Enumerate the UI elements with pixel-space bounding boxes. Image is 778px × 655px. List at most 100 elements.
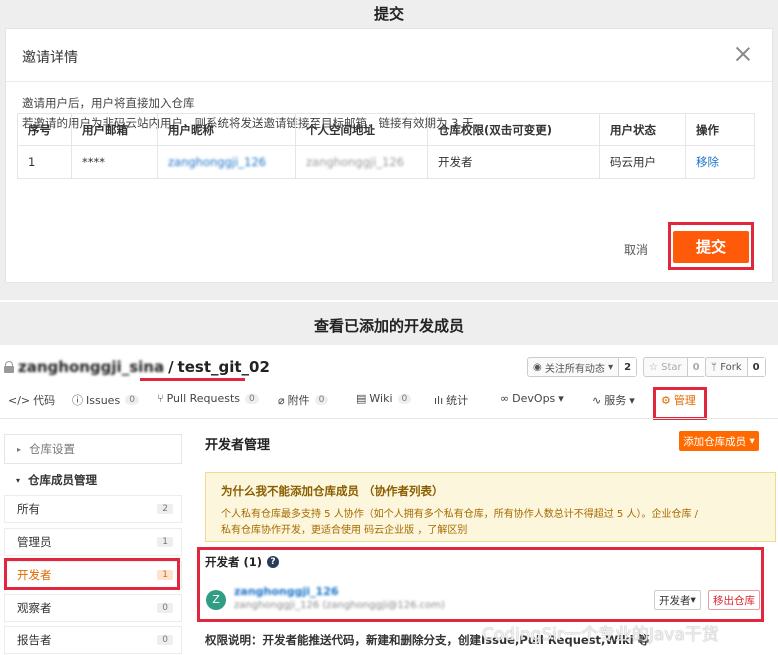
row-status: 码云用户 — [599, 145, 686, 179]
tab-code[interactable]: </> 代码 — [8, 392, 55, 408]
book-icon: ▤ — [356, 392, 367, 405]
section-divider — [0, 300, 778, 302]
watermark: CodingSir一个专业的Java干货 — [482, 625, 719, 645]
col-nickname: 用户昵称 — [157, 113, 296, 146]
tab-badge: 0 — [245, 393, 259, 404]
row-index: 1 — [17, 145, 72, 179]
repo-name[interactable]: test_git_02 — [178, 358, 270, 376]
sidebar-label: 报告者 — [17, 633, 52, 647]
tabs-divider — [0, 418, 778, 419]
repo-owner[interactable]: zanghonggji_sina — [18, 358, 164, 376]
chevron-right-icon: ▸ — [17, 444, 22, 454]
add-member-label: 添加仓库成员 — [683, 435, 747, 448]
pull-request-icon: ⑂ — [157, 392, 164, 405]
invite-note-1: 邀请用户后，用户将直接加入仓库 — [22, 96, 195, 110]
highlight-underline-repo — [140, 378, 245, 381]
col-status: 用户状态 — [599, 113, 686, 146]
highlight-box-manage — [653, 387, 707, 420]
sidebar-label: 仓库设置 — [29, 442, 76, 456]
sidebar-count: 0 — [157, 603, 173, 613]
code-icon: </> — [8, 393, 31, 407]
watch-label: 关注所有动态 — [544, 363, 605, 375]
row-nickname[interactable]: zanghonggji_126 — [157, 145, 296, 179]
page-title: 开发者管理 — [205, 438, 271, 453]
invite-table: 序号 用户邮箱 用户昵称 个人空间地址 仓库权限(双击可变更) 用户状态 操作 … — [17, 113, 755, 179]
chevron-down-icon: ▾ — [629, 393, 635, 407]
row-space: zanghonggji_126 — [295, 145, 428, 179]
submit-button[interactable]: 提交 — [673, 231, 749, 263]
infinity-icon: ∞ — [500, 392, 510, 405]
sidebar-count: 0 — [157, 635, 173, 645]
sidebar-group-members[interactable]: ▾ 仓库成员管理 — [4, 466, 182, 494]
warning-title: 为什么我不能添加仓库成员 （协作者列表） — [221, 484, 444, 498]
section-title-members: 查看已添加的开发成员 — [313, 317, 464, 335]
tab-label: Issues — [86, 393, 121, 407]
star-button[interactable]: ☆ Star 0 — [643, 357, 706, 377]
sidebar-label: 所有 — [17, 502, 40, 516]
table-header-row: 序号 用户邮箱 用户昵称 个人空间地址 仓库权限(双击可变更) 用户状态 操作 — [17, 113, 755, 146]
highlight-box-developers — [4, 558, 180, 590]
col-space: 个人空间地址 — [295, 113, 428, 146]
sidebar-count: 1 — [157, 537, 173, 547]
tab-label: Pull Requests — [166, 392, 241, 405]
repo-breadcrumb: zanghonggji_sina / test_git_02 — [4, 358, 270, 376]
dialog-divider — [6, 81, 772, 82]
sidebar-item-repo-settings[interactable]: ▸ 仓库设置 — [4, 434, 182, 464]
tab-badge: 0 — [125, 395, 139, 405]
tab-services[interactable]: ∿ 服务 ▾ — [592, 392, 635, 408]
add-member-button[interactable]: 添加仓库成员 ▾ — [679, 431, 759, 451]
tab-label: DevOps — [512, 392, 556, 405]
chevron-down-icon: ▾ — [749, 435, 755, 447]
row-email: **** — [71, 145, 158, 179]
star-label: Star — [661, 361, 682, 373]
watch-count: 2 — [618, 358, 637, 376]
watch-button[interactable]: ◉ 关注所有动态 ▾ 2 — [527, 357, 638, 377]
sidebar-item-reporters[interactable]: 报告者 0 — [4, 626, 182, 654]
sidebar-label: 管理员 — [17, 535, 52, 549]
sidebar-label: 观察者 — [17, 601, 52, 615]
fork-label: Fork — [720, 361, 742, 373]
cancel-button[interactable]: 取消 — [624, 241, 648, 258]
sidebar-item-all[interactable]: 所有 2 — [4, 495, 182, 523]
close-icon[interactable] — [734, 45, 752, 63]
tab-label: 服务 — [604, 394, 627, 407]
tab-label: Wiki — [369, 392, 393, 405]
tab-issues[interactable]: ⓘ Issues 0 — [72, 392, 139, 408]
fork-button[interactable]: ᛘ Fork 0 — [705, 357, 766, 377]
sidebar-label: 仓库成员管理 — [28, 473, 98, 487]
row-permission[interactable]: 开发者 — [427, 145, 600, 179]
tab-badge: 0 — [397, 393, 412, 404]
sidebar-item-observers[interactable]: 观察者 0 — [4, 594, 182, 622]
col-permission: 仓库权限(双击可变更) — [427, 113, 600, 146]
tab-label: 附件 — [287, 394, 310, 407]
tab-attachments[interactable]: ⌀ 附件 0 — [278, 392, 329, 408]
tab-wiki[interactable]: ▤ Wiki 0 — [356, 392, 412, 405]
col-email: 用户邮箱 — [71, 113, 158, 146]
chevron-down-icon: ▾ — [16, 475, 21, 485]
warning-text-2: 私有仓库协作开发，更适合使用 码云企业版 ，了解区别 — [221, 525, 468, 536]
star-count: 0 — [686, 358, 705, 376]
tab-devops[interactable]: ∞ DevOps ▾ — [500, 392, 564, 405]
tab-pull-requests[interactable]: ⑂ Pull Requests 0 — [157, 392, 259, 405]
fork-icon: ᛘ — [711, 361, 717, 373]
sidebar-item-admins[interactable]: 管理员 1 — [4, 528, 182, 556]
tab-badge: 0 — [314, 395, 329, 405]
tab-stats[interactable]: ılı 统计 — [434, 392, 468, 408]
paperclip-icon: ⌀ — [278, 393, 285, 407]
col-action: 操作 — [685, 113, 755, 146]
highlight-box-developer-list — [197, 547, 764, 622]
pulse-icon: ∿ — [592, 393, 602, 407]
tab-label: 统计 — [446, 394, 469, 407]
sidebar-count: 2 — [157, 504, 173, 514]
remove-link[interactable]: 移除 — [685, 145, 755, 179]
chevron-down-icon: ▾ — [558, 392, 564, 405]
star-icon: ☆ — [649, 361, 658, 373]
tab-label: 代码 — [33, 394, 56, 407]
section-title-submit: 提交 — [373, 5, 404, 23]
dialog-title: 邀请详情 — [22, 50, 78, 66]
lock-icon — [4, 361, 14, 373]
fork-count: 0 — [746, 358, 765, 376]
table-row: 1 **** zanghonggji_126 zanghonggji_126 开… — [17, 145, 755, 179]
col-index: 序号 — [17, 113, 72, 146]
eye-icon: ◉ — [533, 361, 542, 373]
